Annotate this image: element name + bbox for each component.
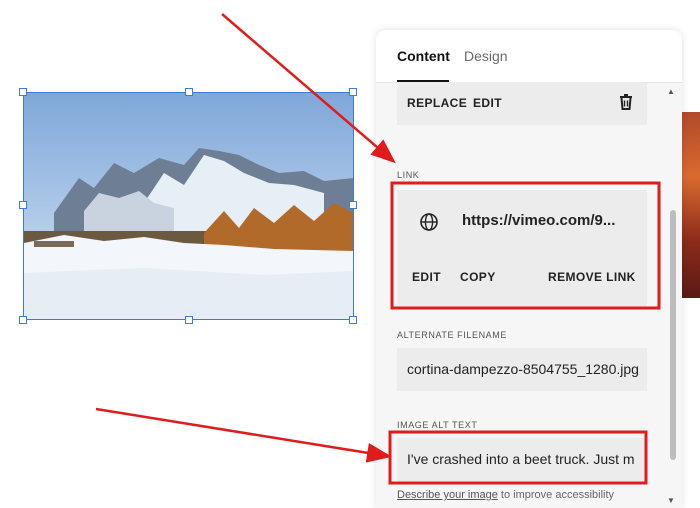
alt-text-field[interactable]: I've crashed into a beet truck. Just m — [397, 438, 647, 481]
resize-handle-right[interactable] — [349, 201, 357, 209]
alt-text-section-label: IMAGE ALT TEXT — [397, 420, 478, 430]
filename-field[interactable]: cortina-dampezzo-8504755_1280.jpg — [397, 348, 647, 391]
resize-handle-bottom-right[interactable] — [349, 316, 357, 324]
annotation-arrow-alt-text — [95, 407, 392, 463]
scroll-up-arrow-icon[interactable]: ▲ — [667, 87, 675, 96]
link-box: https://vimeo.com/9... EDIT COPY REMOVE … — [397, 190, 647, 308]
help-text-suffix: to improve accessibility — [497, 489, 615, 501]
globe-icon — [420, 213, 438, 231]
scroll-down-arrow-icon[interactable]: ▼ — [667, 496, 675, 505]
resize-handle-top[interactable] — [185, 88, 193, 96]
link-section-label: LINK — [397, 170, 420, 180]
describe-image-link[interactable]: Describe your image — [397, 489, 498, 501]
edit-image-button[interactable]: EDIT — [473, 96, 502, 110]
alt-text-value: I've crashed into a beet truck. Just m — [407, 451, 635, 467]
resize-handle-top-left[interactable] — [19, 88, 27, 96]
filename-section-label: ALTERNATE FILENAME — [397, 330, 507, 340]
tab-content[interactable]: Content — [397, 48, 450, 64]
background-image-edge — [682, 112, 700, 298]
resize-handle-bottom[interactable] — [185, 316, 193, 324]
edit-link-button[interactable]: EDIT — [412, 270, 441, 284]
panel-scrollbar[interactable] — [670, 210, 676, 460]
filename-value: cortina-dampezzo-8504755_1280.jpg — [407, 361, 639, 377]
panel-tabs: Content Design — [376, 30, 682, 83]
image-settings-panel: Content Design REPLACE EDIT LINK https:/… — [376, 30, 682, 508]
copy-link-button[interactable]: COPY — [460, 270, 496, 284]
tab-design[interactable]: Design — [464, 48, 508, 64]
resize-handle-left[interactable] — [19, 201, 27, 209]
resize-handle-top-right[interactable] — [349, 88, 357, 96]
link-url[interactable]: https://vimeo.com/9... — [462, 212, 615, 229]
replace-button[interactable]: REPLACE — [407, 96, 467, 110]
image-selection-frame — [23, 92, 354, 320]
image-actions-bar: REPLACE EDIT — [397, 82, 647, 125]
alt-text-help: Describe your image to improve accessibi… — [397, 489, 614, 501]
remove-link-button[interactable]: REMOVE LINK — [548, 270, 636, 284]
trash-icon[interactable] — [619, 94, 633, 110]
resize-handle-bottom-left[interactable] — [19, 316, 27, 324]
